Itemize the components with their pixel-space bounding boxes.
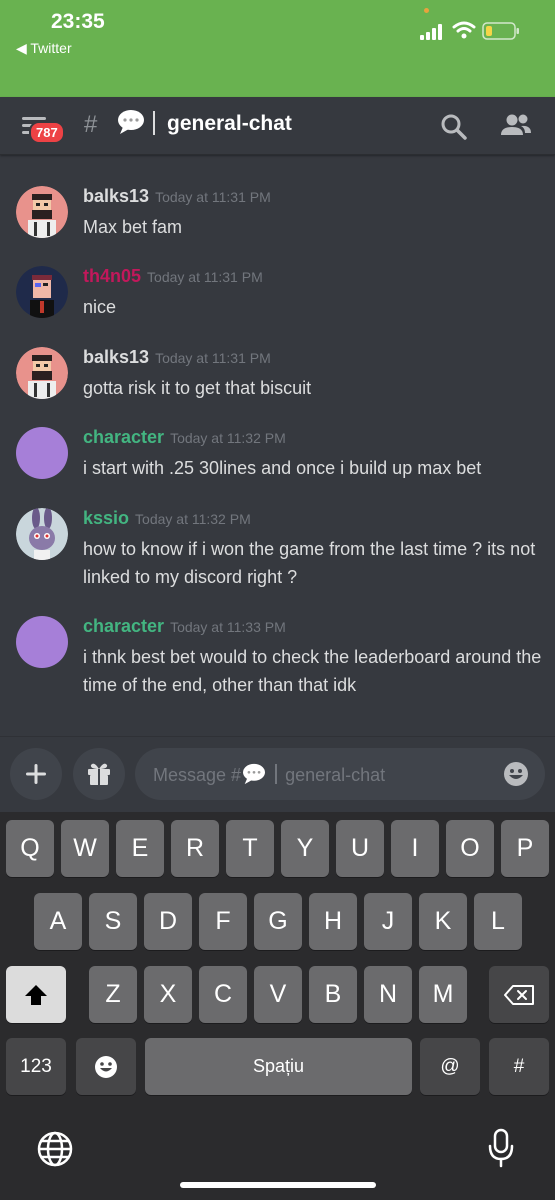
key-t[interactable]: T	[226, 820, 274, 877]
microphone-icon[interactable]	[487, 1128, 515, 1168]
speech-bubble-icon	[243, 763, 266, 785]
key-g[interactable]: G	[254, 893, 302, 950]
channel-title: general-chat	[167, 112, 292, 135]
avatar[interactable]	[16, 616, 68, 668]
channel-hash-icon: #	[84, 111, 98, 138]
message-timestamp: Today at 11:31 PM	[155, 189, 271, 205]
key-s[interactable]: S	[89, 893, 137, 950]
message-timestamp: Today at 11:31 PM	[147, 269, 263, 285]
message-author[interactable]: kssio	[83, 508, 129, 528]
back-to-app-link[interactable]: ◀ Twitter	[16, 40, 72, 57]
key-q[interactable]: Q	[6, 820, 54, 877]
emoji-picker-icon[interactable]	[503, 761, 529, 787]
channel-header: 787 # general-chat	[0, 97, 555, 155]
shift-arrow-icon	[25, 984, 47, 1005]
speech-bubble-icon	[118, 110, 144, 134]
backspace-key[interactable]	[489, 966, 549, 1023]
unread-badge: 787	[29, 121, 65, 144]
privacy-indicator-dot	[424, 8, 429, 13]
message-author[interactable]: balks13	[83, 347, 149, 367]
key-o[interactable]: O	[446, 820, 494, 877]
key-u[interactable]: U	[336, 820, 384, 877]
emoji-smiley-icon	[95, 1055, 117, 1078]
clock: 23:35	[51, 10, 105, 33]
key-l[interactable]: L	[474, 893, 522, 950]
key-a[interactable]: A	[34, 893, 82, 950]
message-input-placeholder: Message # general-chat	[153, 763, 386, 785]
message-author[interactable]: th4n05	[83, 266, 141, 286]
status-bar: 23:35 ◀ Twitter	[0, 0, 555, 97]
avatar[interactable]	[16, 427, 68, 479]
key-i[interactable]: I	[391, 820, 439, 877]
key-z[interactable]: Z	[89, 966, 137, 1023]
key-f[interactable]: F	[199, 893, 247, 950]
message-text: nice	[83, 297, 117, 317]
cellular-signal-icon	[420, 24, 442, 40]
message-input[interactable]: Message # general-chat	[135, 748, 545, 800]
members-icon[interactable]	[500, 113, 532, 139]
home-indicator[interactable]	[180, 1182, 376, 1188]
message-timestamp: Today at 11:33 PM	[170, 619, 286, 635]
backspace-icon	[504, 984, 534, 1005]
key-v[interactable]: V	[254, 966, 302, 1023]
key-b[interactable]: B	[309, 966, 357, 1023]
key-d[interactable]: D	[144, 893, 192, 950]
key-c[interactable]: C	[199, 966, 247, 1023]
search-icon[interactable]	[440, 113, 468, 141]
avatar[interactable]	[16, 508, 68, 560]
numbers-key[interactable]: 123	[6, 1038, 66, 1095]
key-j[interactable]: J	[364, 893, 412, 950]
key-r[interactable]: R	[171, 820, 219, 877]
add-attachment-button[interactable]	[10, 748, 62, 800]
message-author[interactable]: character	[83, 427, 164, 447]
key-p[interactable]: P	[501, 820, 549, 877]
globe-icon[interactable]	[36, 1130, 74, 1168]
message-list[interactable]: balks13 Today at 11:31 PM Max bet fam th4…	[0, 156, 555, 736]
key-e[interactable]: E	[116, 820, 164, 877]
message-text: gotta risk it to get that biscuit	[83, 378, 312, 398]
avatar[interactable]	[16, 266, 68, 318]
message-text: i start with .25 30lines and once i buil…	[83, 458, 482, 478]
key-x[interactable]: X	[144, 966, 192, 1023]
message-text: how to know if i won the game from the l…	[83, 539, 536, 587]
shift-key[interactable]	[6, 966, 66, 1023]
space-key[interactable]: Spațiu	[145, 1038, 412, 1095]
gift-icon	[88, 763, 110, 785]
at-key[interactable]: @	[420, 1038, 480, 1095]
hash-key[interactable]: #	[489, 1038, 549, 1095]
emoji-key[interactable]	[76, 1038, 136, 1095]
message-author[interactable]: balks13	[83, 186, 149, 206]
battery-icon	[482, 22, 519, 40]
avatar[interactable]	[16, 186, 68, 238]
message-timestamp: Today at 11:31 PM	[155, 350, 271, 366]
message-author[interactable]: character	[83, 616, 164, 636]
message-timestamp: Today at 11:32 PM	[135, 511, 251, 527]
key-w[interactable]: W	[61, 820, 109, 877]
plus-icon	[26, 764, 46, 784]
on-screen-keyboard: Q W E R T Y U I O P A S D F G H J K L Z …	[0, 812, 555, 1200]
message-text: Max bet fam	[83, 217, 183, 237]
key-k[interactable]: K	[419, 893, 467, 950]
key-m[interactable]: M	[419, 966, 467, 1023]
message-timestamp: Today at 11:32 PM	[170, 430, 286, 446]
avatar[interactable]	[16, 347, 68, 399]
header-separator	[153, 111, 155, 135]
key-y[interactable]: Y	[281, 820, 329, 877]
key-n[interactable]: N	[364, 966, 412, 1023]
message-composer: Message # general-chat	[0, 736, 555, 812]
message-text: i thnk best bet would to check the leade…	[83, 647, 542, 695]
key-h[interactable]: H	[309, 893, 357, 950]
wifi-icon	[452, 21, 476, 39]
gift-button[interactable]	[73, 748, 125, 800]
